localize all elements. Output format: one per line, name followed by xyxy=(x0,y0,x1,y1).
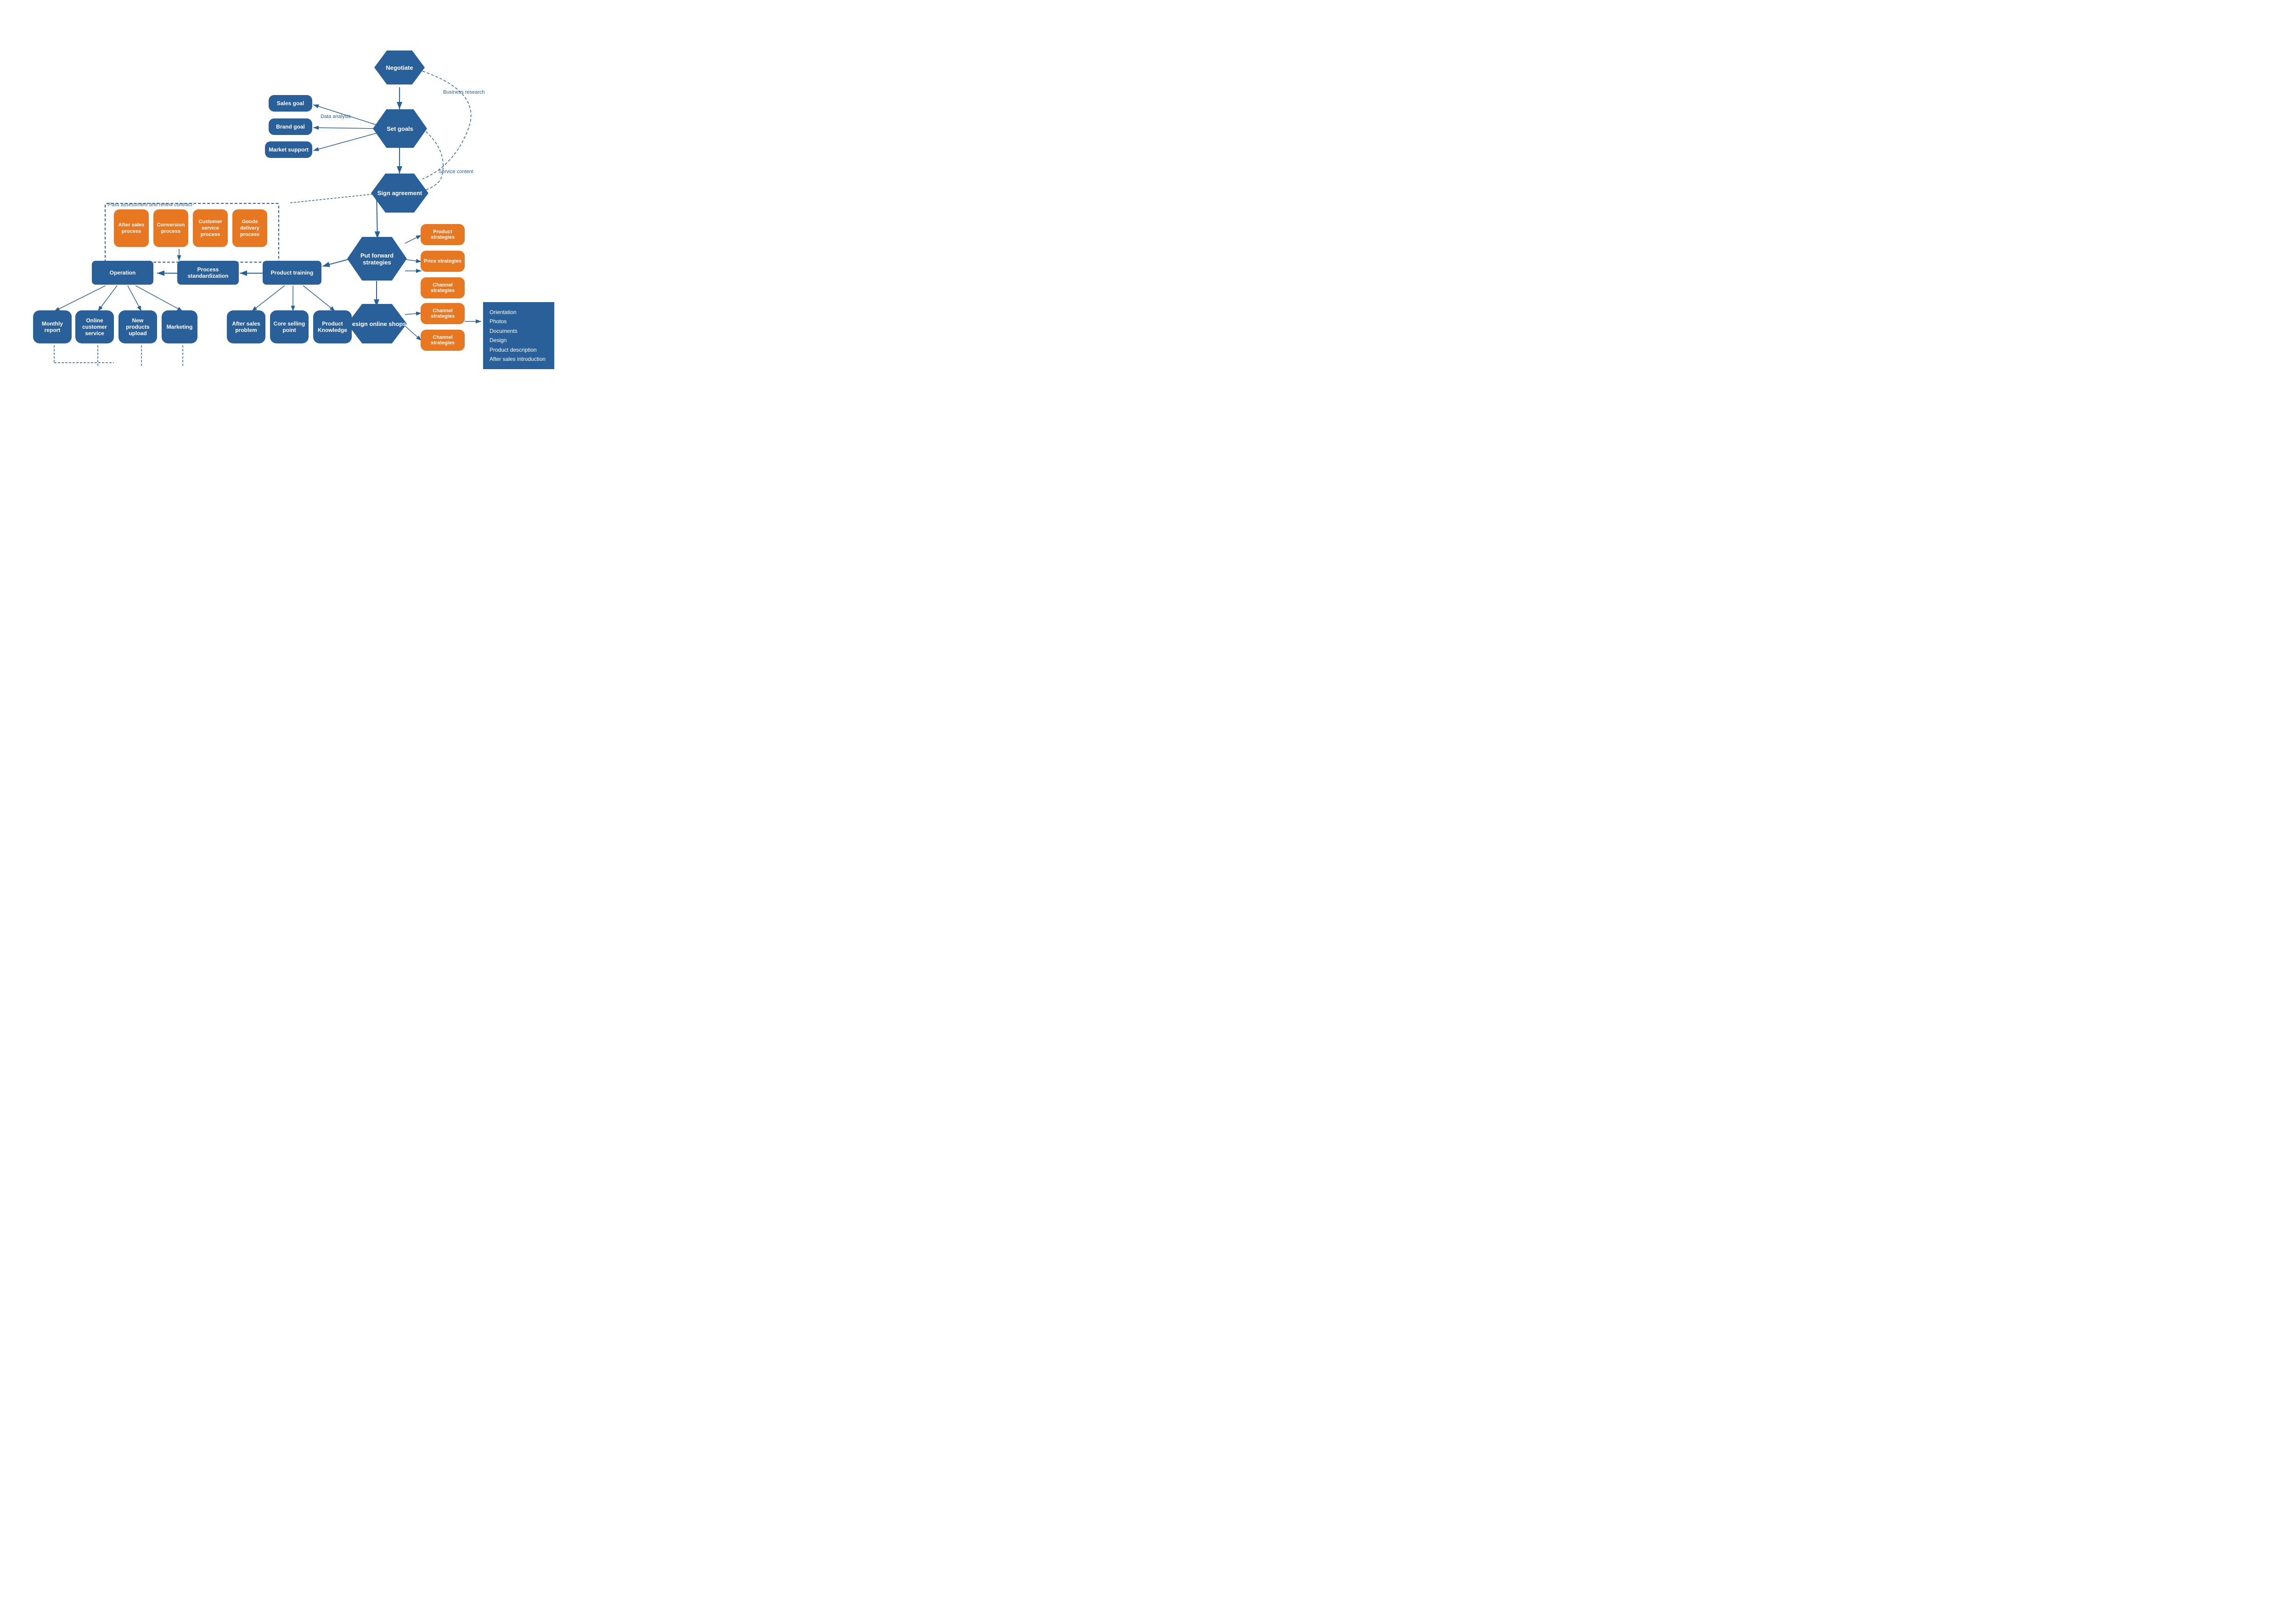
channel-strategies-1-node: Channel strategies xyxy=(421,277,465,298)
process-standardization-node: Process standardization xyxy=(177,261,239,285)
price-strategies-node: Price strategies xyxy=(421,251,465,272)
market-support-node: Market support xyxy=(265,141,312,158)
product-training-node: Product training xyxy=(263,261,321,285)
put-forward-strategies-node: Put forward strategies xyxy=(347,237,407,281)
monthly-report-node: Monthly report xyxy=(33,310,72,343)
after-sales-process-node: After sales process xyxy=(114,209,149,247)
conversion-process-node: Conversion process xyxy=(153,209,188,247)
operation-node: Operation xyxy=(92,261,153,285)
product-strategies-node: Product strategies xyxy=(421,224,465,245)
new-products-upload-node: New products upload xyxy=(118,310,157,343)
sign-agreement-node: Sign agreement xyxy=(371,174,428,213)
channel-strategies-3-node: Channel strategies xyxy=(421,330,465,351)
set-goals-node: Set goals xyxy=(373,109,427,148)
customer-service-process-node: Customer service process xyxy=(193,209,228,247)
design-online-shops-node: Design online shops xyxy=(347,304,407,343)
pass-assessment-label: -Pass assessment and renew contract- xyxy=(107,202,194,208)
product-knowledge-node: Product Knowledge xyxy=(313,310,352,343)
core-selling-point-node: Core selling point xyxy=(270,310,309,343)
diagram-container: Negotiate Set goals Sign agreement Busin… xyxy=(0,0,597,413)
sales-goal-node: Sales goal xyxy=(269,95,312,112)
info-box: Orientation Photos Documents Design Prod… xyxy=(483,302,554,369)
marketing-node: Marketing xyxy=(162,310,197,343)
data-analysis-label: Data analysis xyxy=(321,114,351,119)
goods-delivery-process-node: Goods delivery process xyxy=(232,209,267,247)
business-research-label: Business research xyxy=(443,90,485,95)
brand-goal-node: Brand goal xyxy=(269,118,312,135)
service-content-label: Service content xyxy=(439,169,473,174)
negotiate-node: Negotiate xyxy=(374,51,425,84)
online-customer-service-node: Online customer service xyxy=(75,310,114,343)
channel-strategies-2-node: Channel strategies xyxy=(421,303,465,324)
after-sales-problem-node: After sales problem xyxy=(227,310,265,343)
